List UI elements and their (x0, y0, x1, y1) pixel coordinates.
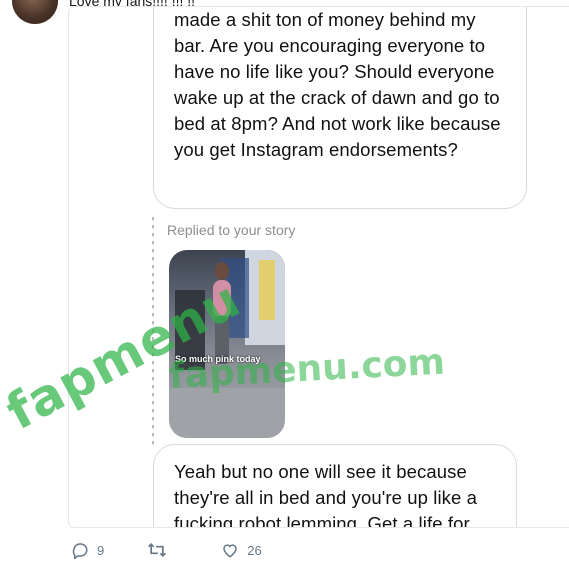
story-person-body (213, 280, 231, 318)
message-top-text: made a shit ton of money behind my bar. … (174, 9, 501, 160)
story-person-head (215, 262, 229, 280)
message-bubble-top: made a shit ton of money behind my bar. … (153, 7, 527, 209)
retweet-button[interactable] (147, 541, 175, 559)
heart-icon (221, 541, 239, 559)
story-floor (169, 388, 285, 438)
reply-icon (71, 541, 89, 559)
retweet-icon (147, 541, 167, 559)
reply-count: 9 (97, 542, 105, 558)
dm-screenshot-image: made a shit ton of money behind my bar. … (68, 6, 569, 528)
message-bottom-text: Yeah but no one will see it because they… (174, 461, 478, 528)
message-bubble-bottom: Yeah but no one will see it because they… (153, 444, 517, 528)
like-count: 26 (247, 542, 262, 558)
story-thumbnail: So much pink today (169, 250, 285, 438)
avatar[interactable] (12, 0, 58, 24)
like-button[interactable]: 26 (221, 541, 262, 559)
tweet-actions: 9 26 (68, 533, 368, 567)
reply-thread-line (152, 217, 154, 445)
reply-button[interactable]: 9 (71, 541, 104, 559)
story-wall-accent (259, 260, 275, 320)
replied-to-story-label: Replied to your story (167, 222, 296, 238)
story-caption: So much pink today (175, 354, 261, 364)
